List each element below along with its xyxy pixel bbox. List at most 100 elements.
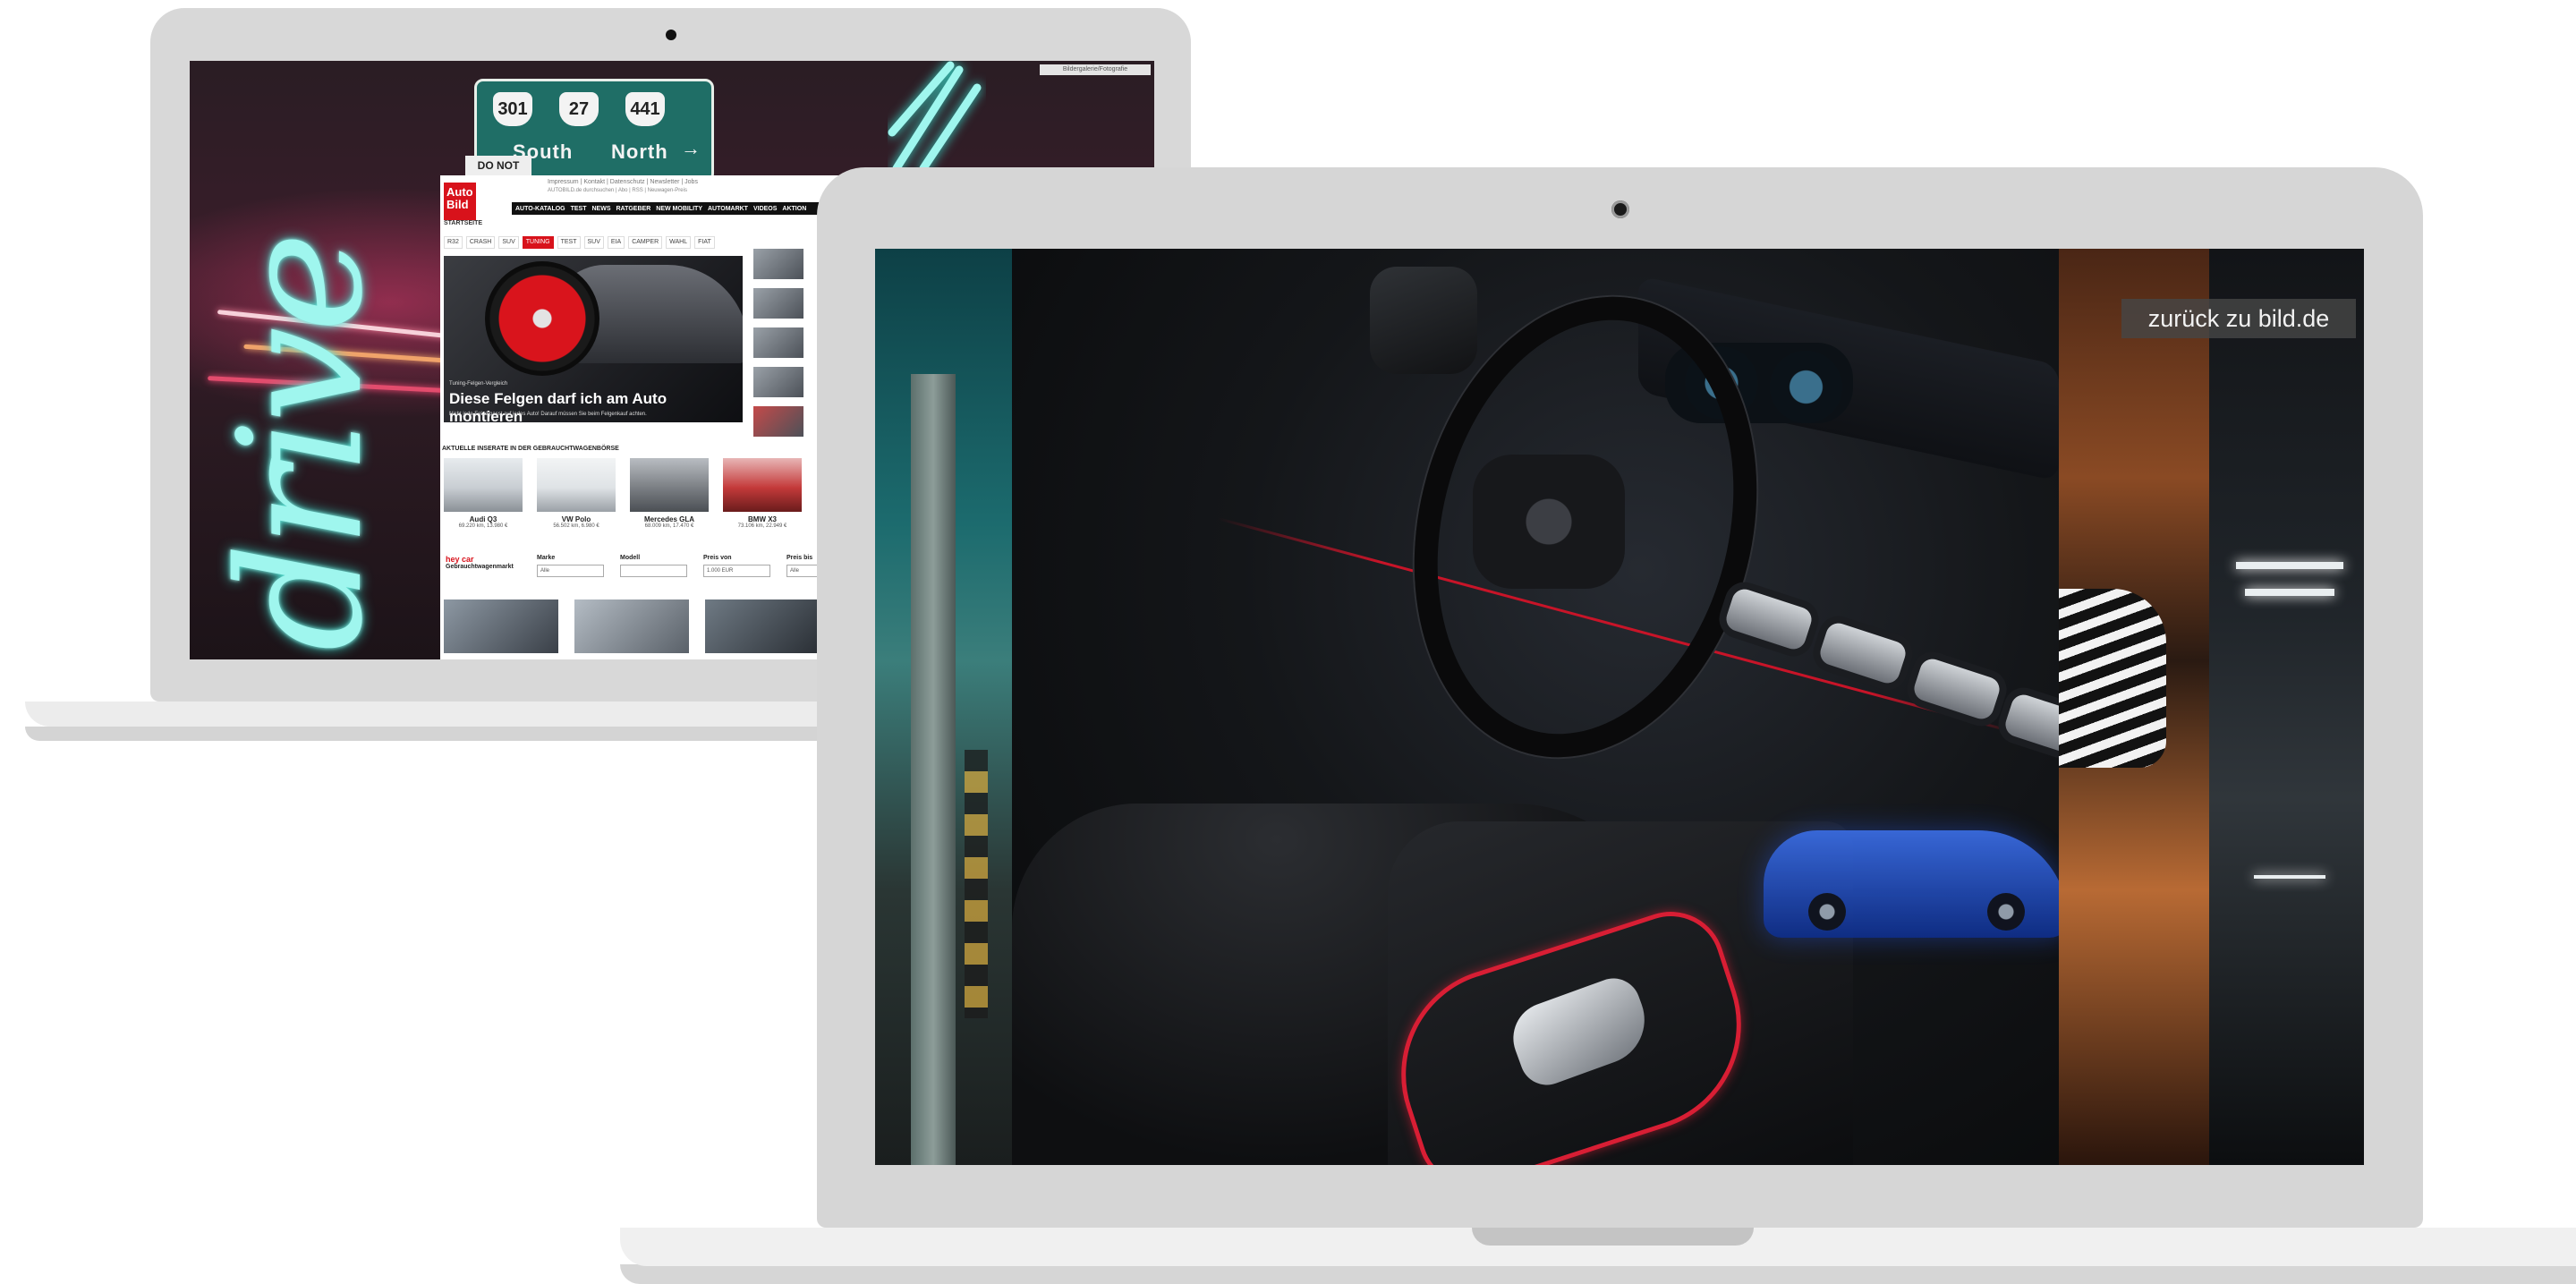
car-image [630,458,709,512]
nav-item[interactable]: RATGEBER [616,206,651,212]
car-info: 68.009 km, 17.470 € [644,523,694,529]
filter-brand: Marke Alle [537,555,604,591]
brand-select[interactable]: Alle [537,565,604,577]
tab-fiat[interactable]: FIAT [694,236,715,249]
nav-item[interactable]: AUTO-KATALOG [515,206,565,212]
parking-garage [2209,249,2364,1165]
corner-tag: Bildergalerie/Fotografie [1040,64,1151,75]
sign-direction-north: North [611,140,668,163]
article-teaser-image[interactable] [574,599,689,653]
topic-tabs: R32 CRASH SUV TUNING TEST SUV EIA CAMPER… [444,236,766,249]
hey-car-logo: hey car [446,555,474,564]
car-name: Audi Q3 [469,515,497,523]
hey-car-label: Gebrauchtwagenmarkt [446,564,514,570]
car-name: Mercedes GLA [643,515,695,523]
filter-price-from: Preis von 1.000 EUR [703,555,770,591]
air-vent [1910,655,2003,723]
floor-reflection [2254,875,2325,879]
car-info: 73.106 km, 22.949 € [737,523,787,529]
ceiling-light [2245,589,2334,596]
filter-label: Marke [537,555,556,561]
car-name: VW Polo [561,515,591,523]
nav-item[interactable]: TEST [571,206,587,212]
car-name: BMW X3 [748,515,777,523]
front-laptop-camera [1611,200,1629,218]
front-laptop-notch [1472,1228,1754,1246]
tab-test[interactable]: TEST [557,236,581,249]
sign-arrow-icon: → [681,137,701,159]
side-thumbnail[interactable] [753,249,803,279]
neon-script-text: drive [202,237,400,651]
logo-line-2: Bild [446,198,469,211]
filter-model: Modell [620,555,687,591]
warning-stripes [965,750,988,1018]
air-vent [1816,619,1909,687]
filter-label: Preis von [703,555,732,561]
do-not-sign: DO NOT [465,156,531,175]
article-teaser-image[interactable] [444,599,558,653]
air-vent [2002,691,2059,759]
used-cars-list: Audi Q3 69.220 km, 13.980 € VW Polo 56.5… [444,458,820,548]
blue-car-wheel [1808,893,1846,931]
route-shield: 27 [559,92,599,126]
hero-headline[interactable]: Diese Felgen darf ich am Auto montieren [449,390,737,422]
autobild-logo[interactable]: Auto Bild [444,183,476,220]
hey-car-badge[interactable]: hey car Gebrauchtwagenmarkt [446,555,526,587]
filter-label: Modell [620,555,641,561]
nav-item[interactable]: AUTOMARKT [708,206,748,212]
front-laptop-base-shadow [620,1264,2576,1284]
side-thumbnail[interactable] [753,406,803,437]
tab-suv-2[interactable]: SUV [583,236,604,249]
nav-item[interactable]: VIDEOS [753,206,777,212]
nav-item[interactable]: NEW MOBILITY [656,206,702,212]
article-teaser-image[interactable] [705,599,820,653]
car-interior-image [1012,249,2059,1165]
car-image [723,458,802,512]
steering-hub [1473,455,1625,589]
air-vent [1722,585,1815,653]
bottom-article-teasers [444,599,820,653]
tab-crash[interactable]: CRASH [465,236,496,249]
tab-r32[interactable]: R32 [444,236,463,249]
route-shield: 441 [625,92,665,126]
tab-eia[interactable]: EIA [607,236,625,249]
car-image [444,458,523,512]
tab-camper[interactable]: CAMPER [628,236,663,249]
model-select[interactable] [620,565,687,577]
blue-car-wheel [1987,893,2025,931]
hero-article[interactable]: Tuning-Felgen-Vergleich Diese Felgen dar… [444,256,743,422]
tab-wahl[interactable]: WAHL [666,236,692,249]
orange-car-garage-panel: zurück zu bild.de [2059,249,2364,1165]
back-to-bild-button[interactable]: zurück zu bild.de [2121,299,2356,338]
hero-subtitle: Nicht jede Felge passt auf jedes Auto! D… [449,412,647,417]
car-grill [2059,589,2166,768]
side-mirror [1370,267,1477,374]
logo-line-1: Auto [446,185,473,199]
neon-shape [888,61,982,173]
garage-pipe [911,374,956,1165]
hero-kicker: Tuning-Felgen-Vergleich [449,381,508,387]
back-laptop-camera [666,30,676,40]
used-car-card[interactable]: BMW X3 73.106 km, 22.949 € [723,458,802,548]
side-thumbnail[interactable] [753,327,803,358]
nav-item[interactable]: NEWS [592,206,611,212]
price-from-select[interactable]: 1.000 EUR [703,565,770,577]
used-car-card[interactable]: VW Polo 56.502 km, 6.980 € [537,458,616,548]
used-cars-section-title: AKTUELLE INSERATE IN DER GEBRAUCHTWAGENB… [442,446,619,452]
route-shield: 301 [493,92,532,126]
tab-suv[interactable]: SUV [498,236,519,249]
red-rim-image [485,261,599,376]
car-info: 56.502 km, 6.980 € [553,523,599,529]
ceiling-light [2236,562,2343,569]
tab-tuning[interactable]: TUNING [522,236,554,249]
used-car-card[interactable]: Mercedes GLA 68.009 km, 17.470 € [630,458,709,548]
garage-teal-panel [875,249,1012,1165]
car-image [537,458,616,512]
nav-item[interactable]: AKTION [782,206,806,212]
used-car-card[interactable]: Audi Q3 69.220 km, 13.980 € [444,458,523,548]
side-thumbnail[interactable] [753,367,803,397]
blue-car-overlay [1764,830,2059,938]
car-info: 69.220 km, 13.980 € [458,523,508,529]
side-thumbnail[interactable] [753,288,803,319]
breadcrumb[interactable]: STARTSEITE [444,220,482,226]
